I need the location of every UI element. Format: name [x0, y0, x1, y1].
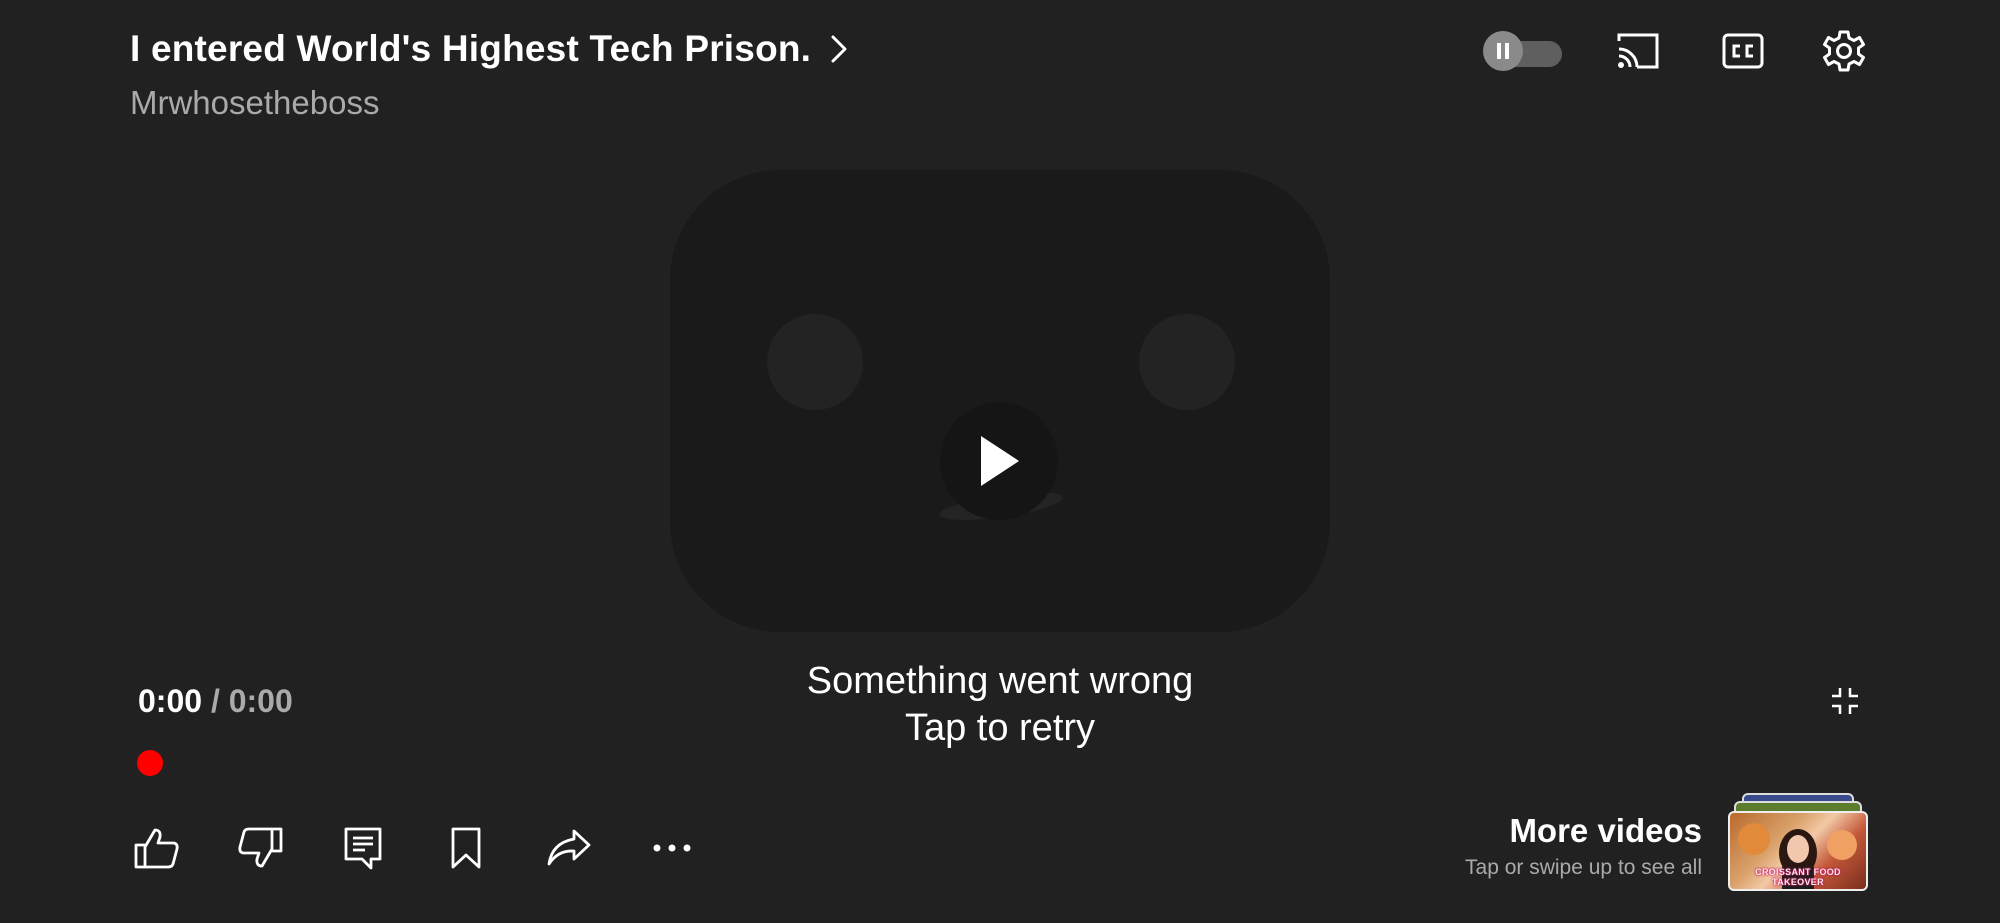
more-videos-title: More videos	[1509, 812, 1702, 849]
progress-scrubber[interactable]	[137, 750, 163, 776]
video-title: I entered World's Highest Tech Prison.	[130, 28, 812, 69]
pause-icon	[1483, 31, 1523, 71]
more-dots-icon	[652, 843, 692, 853]
more-videos-prompt[interactable]: More videos Tap or swipe up to see all	[1465, 812, 1702, 880]
cast-icon[interactable]	[1615, 31, 1661, 71]
play-button[interactable]	[940, 402, 1058, 520]
share-arrow-icon	[546, 828, 592, 868]
share-button[interactable]	[544, 823, 594, 873]
comments-button[interactable]	[338, 823, 388, 873]
error-message[interactable]: Something went wrong Tap to retry	[780, 658, 1220, 752]
closed-captions-icon[interactable]	[1722, 33, 1764, 69]
current-time: 0:00	[138, 683, 203, 719]
autoplay-toggle[interactable]	[1480, 30, 1564, 72]
like-button[interactable]	[132, 823, 182, 873]
gear-icon[interactable]	[1822, 29, 1866, 73]
time-display: 0:00 / 0:00	[138, 683, 293, 720]
bookmark-icon	[449, 826, 483, 870]
chevron-right-icon	[829, 33, 849, 65]
video-title-link[interactable]: I entered World's Highest Tech Prison.	[130, 28, 849, 70]
error-placeholder-graphic	[670, 170, 1330, 632]
more-videos-thumbnail-stack[interactable]: CROISSANT FOOD TAKEOVER	[1728, 793, 1868, 891]
thumbnail-caption: CROISSANT FOOD TAKEOVER	[1755, 867, 1841, 887]
time-separator: /	[202, 683, 229, 719]
thumbs-down-icon	[237, 826, 283, 870]
comment-icon	[343, 826, 383, 870]
retry-prompt: Tap to retry	[904, 707, 1096, 749]
exit-fullscreen-icon[interactable]	[1830, 686, 1860, 716]
video-thumbnail: CROISSANT FOOD TAKEOVER	[1728, 811, 1868, 891]
duration: 0:00	[228, 683, 293, 719]
play-icon	[977, 434, 1021, 488]
error-title: Something went wrong	[806, 660, 1194, 702]
channel-name[interactable]: Mrwhosetheboss	[130, 84, 379, 122]
save-button[interactable]	[441, 823, 491, 873]
more-videos-subtitle: Tap or swipe up to see all	[1465, 856, 1702, 879]
more-actions-button[interactable]	[647, 823, 697, 873]
dislike-button[interactable]	[235, 823, 285, 873]
thumbs-up-icon	[134, 826, 180, 870]
